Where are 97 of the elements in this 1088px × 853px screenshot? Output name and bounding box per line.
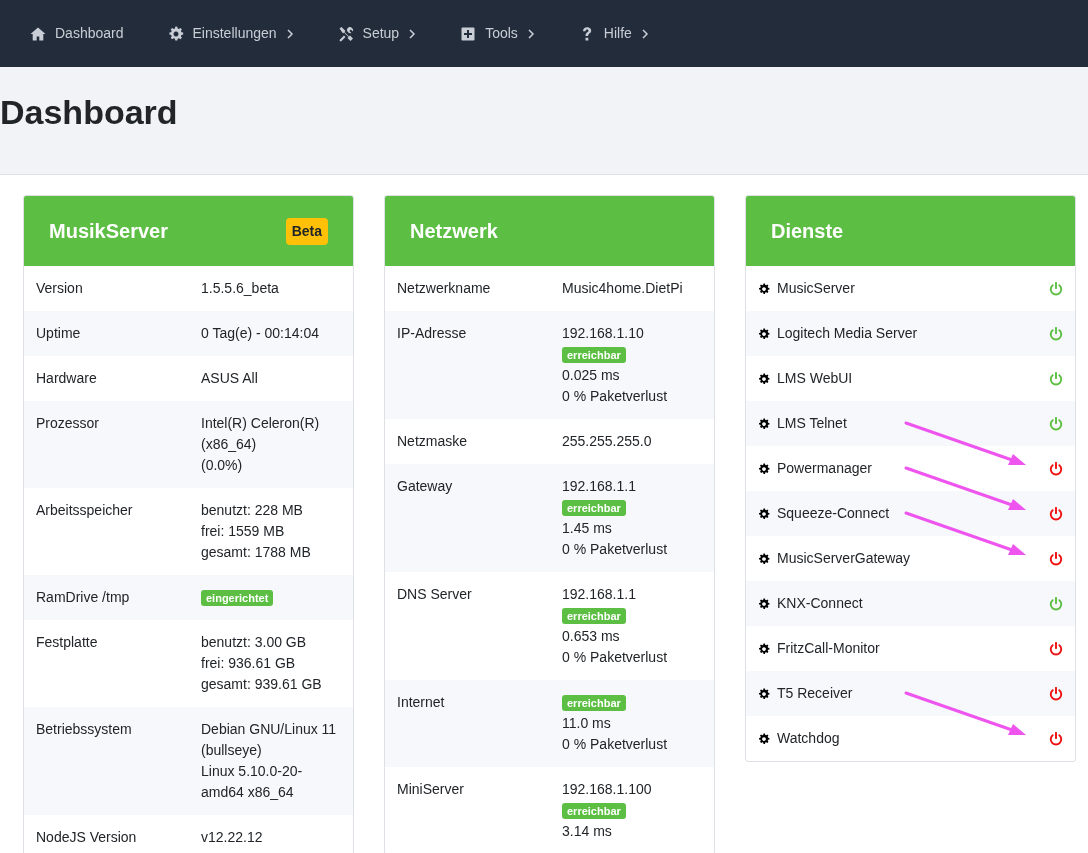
nav-link[interactable]: Dashboard bbox=[30, 23, 150, 44]
row-label: Prozessor bbox=[36, 414, 101, 433]
row-value: Music4home.DietPi bbox=[562, 279, 684, 298]
row-value: 0 % Paketverlust bbox=[562, 540, 669, 559]
row-value: 0.025 ms bbox=[562, 366, 621, 385]
power-on-icon[interactable] bbox=[1049, 416, 1063, 431]
row-value: v12.22.12 bbox=[201, 828, 264, 847]
row-value: 192.168.1.1 bbox=[562, 477, 637, 496]
gear-icon bbox=[758, 732, 770, 745]
row-value: 255.255.255.0 bbox=[562, 432, 653, 451]
status-badge: erreichbar bbox=[562, 500, 626, 517]
card-title: Netzwerk bbox=[410, 219, 498, 244]
row-value: 0 % Paketverlust bbox=[562, 387, 669, 406]
row-label: IP-Adresse bbox=[397, 324, 468, 343]
power-on-icon[interactable] bbox=[1049, 281, 1063, 296]
row-label: Betriebssystem bbox=[36, 720, 133, 739]
row-value: 192.168.1.10 bbox=[562, 324, 645, 343]
power-off-icon[interactable] bbox=[1049, 641, 1063, 656]
beta-badge: Beta bbox=[285, 217, 328, 245]
row-value: 0 % Paketverlust bbox=[562, 648, 669, 667]
row-value: benutzt: 228 MB bbox=[201, 501, 304, 520]
gear-icon bbox=[758, 372, 770, 385]
gear-icon bbox=[758, 552, 770, 565]
row-value: frei: 1559 MB bbox=[201, 522, 286, 541]
page-title: Dashboard bbox=[0, 92, 178, 134]
nav-link[interactable]: Setup bbox=[337, 23, 443, 44]
power-off-icon[interactable] bbox=[1049, 506, 1063, 521]
gear-icon bbox=[758, 282, 770, 295]
row-label: RamDrive /tmp bbox=[36, 588, 131, 607]
service-name: FritzCall-Monitor bbox=[777, 639, 880, 658]
row-label: DNS Server bbox=[397, 585, 473, 604]
row-value: ASUS All bbox=[201, 369, 259, 388]
service-name: T5 Receiver bbox=[777, 684, 853, 703]
power-off-icon[interactable] bbox=[1049, 686, 1063, 701]
row-value: 11.0 ms bbox=[562, 714, 612, 733]
row-label: Version bbox=[36, 279, 84, 298]
gear-icon bbox=[758, 417, 770, 430]
power-on-icon[interactable] bbox=[1049, 326, 1063, 341]
row-value: benutzt: 3.00 GB bbox=[201, 633, 308, 652]
row-value: 0 Tag(e) - 00:14:04 bbox=[201, 324, 321, 343]
service-name: MusicServer bbox=[777, 279, 855, 298]
row-value: 1.5.5.6_beta bbox=[201, 279, 280, 298]
row-value: 3.14 ms bbox=[562, 822, 613, 841]
service-name: KNX-Connect bbox=[777, 594, 863, 613]
nav-link[interactable]: Einstellungen bbox=[167, 23, 320, 44]
row-value: Intel(R) Celeron(R) (x86_64) bbox=[201, 414, 321, 454]
row-label: Netzmaske bbox=[397, 432, 469, 451]
power-on-icon[interactable] bbox=[1049, 371, 1063, 386]
settings-icon bbox=[167, 25, 184, 42]
card-title: MusikServer bbox=[49, 219, 168, 244]
power-on-icon[interactable] bbox=[1049, 596, 1063, 611]
tools-icon bbox=[337, 25, 354, 42]
status-badge: erreichbar bbox=[562, 803, 626, 820]
row-value: gesamt: 939.61 GB bbox=[201, 675, 323, 694]
power-off-icon[interactable] bbox=[1049, 551, 1063, 566]
service-name: LMS Telnet bbox=[777, 414, 847, 433]
home-icon bbox=[30, 25, 46, 42]
service-name: MusicServerGateway bbox=[777, 549, 911, 568]
status-badge: erreichbar bbox=[562, 695, 626, 712]
status-badge: erreichbar bbox=[562, 347, 626, 364]
row-value: (0.0%) bbox=[201, 456, 244, 475]
row-label: Hardware bbox=[36, 369, 98, 388]
service-name: Watchdog bbox=[777, 729, 840, 748]
row-label: MiniServer bbox=[397, 780, 465, 799]
row-value: 0 % Paketverlust bbox=[562, 735, 669, 754]
row-label: Uptime bbox=[36, 324, 82, 343]
row-label: Arbeitsspeicher bbox=[36, 501, 134, 520]
row-value: 192.168.1.100 bbox=[562, 780, 653, 799]
row-value: 0.653 ms bbox=[562, 627, 621, 646]
row-value: Linux 5.10.0-20-amd64 x86_64 bbox=[201, 762, 304, 802]
nav-link[interactable]: Hilfe bbox=[578, 23, 675, 44]
card-title: Dienste bbox=[771, 219, 844, 244]
row-label: Festplatte bbox=[36, 633, 99, 652]
service-name: Powermanager bbox=[777, 459, 872, 478]
gear-icon bbox=[758, 462, 770, 475]
row-value: gesamt: 1788 MB bbox=[201, 543, 312, 562]
service-name: Logitech Media Server bbox=[777, 324, 918, 343]
gear-icon bbox=[758, 597, 770, 610]
row-label: Internet bbox=[397, 693, 446, 712]
row-value: frei: 936.61 GB bbox=[201, 654, 297, 673]
status-badge: eingerichtet bbox=[201, 590, 274, 607]
row-label: Gateway bbox=[397, 477, 454, 496]
gear-icon bbox=[758, 327, 770, 340]
power-off-icon[interactable] bbox=[1049, 731, 1063, 746]
row-value: 1.45 ms bbox=[562, 519, 613, 538]
row-value: Debian GNU/Linux 11 (bullseye) bbox=[201, 720, 338, 760]
gear-icon bbox=[758, 507, 770, 520]
service-name: LMS WebUI bbox=[777, 369, 853, 388]
row-label: NodeJS Version bbox=[36, 828, 138, 847]
status-badge: erreichbar bbox=[562, 608, 626, 625]
service-name: Squeeze-Connect bbox=[777, 504, 890, 523]
gear-icon bbox=[758, 642, 770, 655]
gear-icon bbox=[758, 687, 770, 700]
row-label: Netzwerkname bbox=[397, 279, 492, 298]
power-off-icon[interactable] bbox=[1049, 461, 1063, 476]
row-value: 192.168.1.1 bbox=[562, 585, 637, 604]
nav-link[interactable]: Tools bbox=[460, 23, 561, 44]
